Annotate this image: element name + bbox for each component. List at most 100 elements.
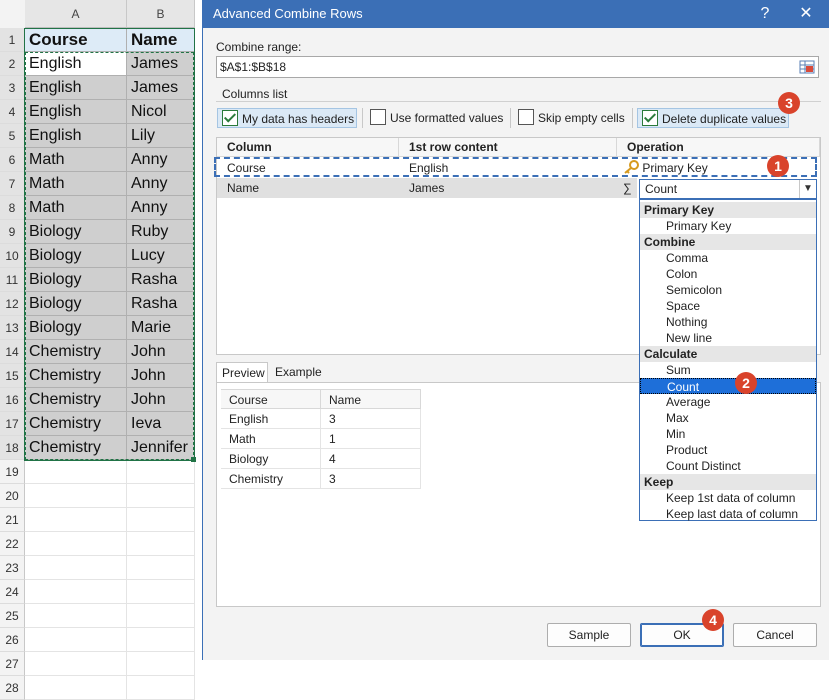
row-header[interactable]: 28 [0, 676, 25, 700]
cell-name[interactable]: Anny [127, 196, 195, 220]
dropdown-option[interactable]: New line [640, 330, 816, 346]
grid-cell-operation[interactable]: Primary Key [617, 158, 820, 178]
use-formatted-values-checkbox[interactable]: Use formatted values [366, 108, 506, 128]
dropdown-option[interactable]: Semicolon [640, 282, 816, 298]
cell-course[interactable]: Chemistry [25, 388, 127, 412]
cell-course[interactable] [25, 676, 127, 700]
cell-name[interactable]: Rasha [127, 292, 195, 316]
dropdown-option[interactable]: Primary Key [640, 218, 816, 234]
cancel-button[interactable]: Cancel [733, 623, 817, 647]
row-header[interactable]: 20 [0, 484, 25, 508]
row-header[interactable]: 4 [0, 100, 25, 124]
dropdown-option[interactable]: Keep 1st data of column [640, 490, 816, 506]
dropdown-option[interactable]: Keep last data of column [640, 506, 816, 522]
cell-name[interactable]: Lily [127, 124, 195, 148]
delete-duplicate-values-checkbox[interactable]: Delete duplicate values [637, 108, 789, 128]
grid-cell-column[interactable]: Course [217, 158, 399, 178]
cell-name[interactable]: Lucy [127, 244, 195, 268]
close-button[interactable]: ✕ [791, 0, 821, 28]
tab-example[interactable]: Example [270, 362, 326, 382]
cell-course[interactable]: Biology [25, 268, 127, 292]
row-header[interactable]: 24 [0, 580, 25, 604]
cell-name[interactable]: Marie [127, 316, 195, 340]
row-header[interactable]: 1 [0, 28, 25, 52]
row-header[interactable]: 19 [0, 460, 25, 484]
row-header[interactable]: 23 [0, 556, 25, 580]
combine-range-input[interactable]: $A$1:$B$18 [216, 56, 819, 78]
cell-course[interactable]: Math [25, 148, 127, 172]
row-header[interactable]: 21 [0, 508, 25, 532]
cell-course[interactable]: English [25, 76, 127, 100]
skip-empty-cells-checkbox[interactable]: Skip empty cells [514, 108, 629, 128]
cell-course[interactable] [25, 556, 127, 580]
row-header[interactable]: 25 [0, 604, 25, 628]
dropdown-option[interactable]: Sum [640, 362, 816, 378]
select-all-corner[interactable] [0, 0, 26, 29]
cell-name[interactable] [127, 532, 195, 556]
dropdown-option[interactable]: Comma [640, 250, 816, 266]
cell-course[interactable] [25, 580, 127, 604]
row-header[interactable]: 5 [0, 124, 25, 148]
cell-course[interactable]: English [25, 52, 127, 76]
cell-course[interactable] [25, 508, 127, 532]
row-header[interactable]: 18 [0, 436, 25, 460]
cell-course[interactable]: Course [25, 28, 127, 52]
row-header[interactable]: 12 [0, 292, 25, 316]
cell-name[interactable] [127, 604, 195, 628]
grid-cell-first-row[interactable]: James [399, 178, 617, 198]
grid-header-operation[interactable]: Operation [617, 138, 820, 157]
dropdown-option[interactable]: Colon [640, 266, 816, 282]
cell-name[interactable]: Anny [127, 172, 195, 196]
grid-cell-column[interactable]: Name [217, 178, 399, 198]
cell-name[interactable]: Rasha [127, 268, 195, 292]
cell-course[interactable]: Biology [25, 316, 127, 340]
cell-name[interactable]: Ruby [127, 220, 195, 244]
row-header[interactable]: 17 [0, 412, 25, 436]
row-header[interactable]: 27 [0, 652, 25, 676]
grid-cell-first-row[interactable]: English [399, 158, 617, 178]
cell-course[interactable]: Biology [25, 244, 127, 268]
cell-name[interactable] [127, 676, 195, 700]
tab-preview[interactable]: Preview [216, 362, 268, 382]
row-header[interactable]: 16 [0, 388, 25, 412]
cell-name[interactable] [127, 628, 195, 652]
cell-name[interactable] [127, 484, 195, 508]
chevron-down-icon[interactable]: ▼ [799, 180, 816, 198]
dropdown-option[interactable]: Product [640, 442, 816, 458]
cell-name[interactable]: Ieva [127, 412, 195, 436]
cell-name[interactable]: John [127, 388, 195, 412]
dropdown-option[interactable]: Count Distinct [640, 458, 816, 474]
sample-button[interactable]: Sample [547, 623, 631, 647]
dropdown-option[interactable]: Max [640, 410, 816, 426]
row-header[interactable]: 8 [0, 196, 25, 220]
fill-handle[interactable] [191, 457, 196, 462]
cell-course[interactable]: Math [25, 172, 127, 196]
dropdown-option[interactable]: Min [640, 426, 816, 442]
row-header[interactable]: 13 [0, 316, 25, 340]
cell-name[interactable]: James [127, 52, 195, 76]
cell-course[interactable]: Chemistry [25, 436, 127, 460]
cell-name[interactable] [127, 508, 195, 532]
row-header[interactable]: 11 [0, 268, 25, 292]
row-header[interactable]: 14 [0, 340, 25, 364]
cell-course[interactable] [25, 628, 127, 652]
cell-course[interactable]: Chemistry [25, 412, 127, 436]
dropdown-option[interactable]: Nothing [640, 314, 816, 330]
cell-name[interactable] [127, 580, 195, 604]
cell-course[interactable] [25, 460, 127, 484]
cell-course[interactable]: Chemistry [25, 364, 127, 388]
dropdown-option[interactable]: Average [640, 394, 816, 410]
my-data-has-headers-checkbox[interactable]: My data has headers [217, 108, 357, 128]
dropdown-option[interactable]: Count [640, 378, 816, 394]
cell-course[interactable] [25, 652, 127, 676]
column-header-b[interactable]: B [127, 0, 195, 28]
cell-course[interactable]: English [25, 124, 127, 148]
cell-name[interactable]: Jennifer [127, 436, 195, 460]
cell-name[interactable]: John [127, 340, 195, 364]
row-header[interactable]: 22 [0, 532, 25, 556]
row-header[interactable]: 3 [0, 76, 25, 100]
cell-name[interactable]: Name [127, 28, 195, 52]
cell-name[interactable] [127, 652, 195, 676]
cell-course[interactable] [25, 604, 127, 628]
help-button[interactable]: ? [750, 0, 780, 28]
